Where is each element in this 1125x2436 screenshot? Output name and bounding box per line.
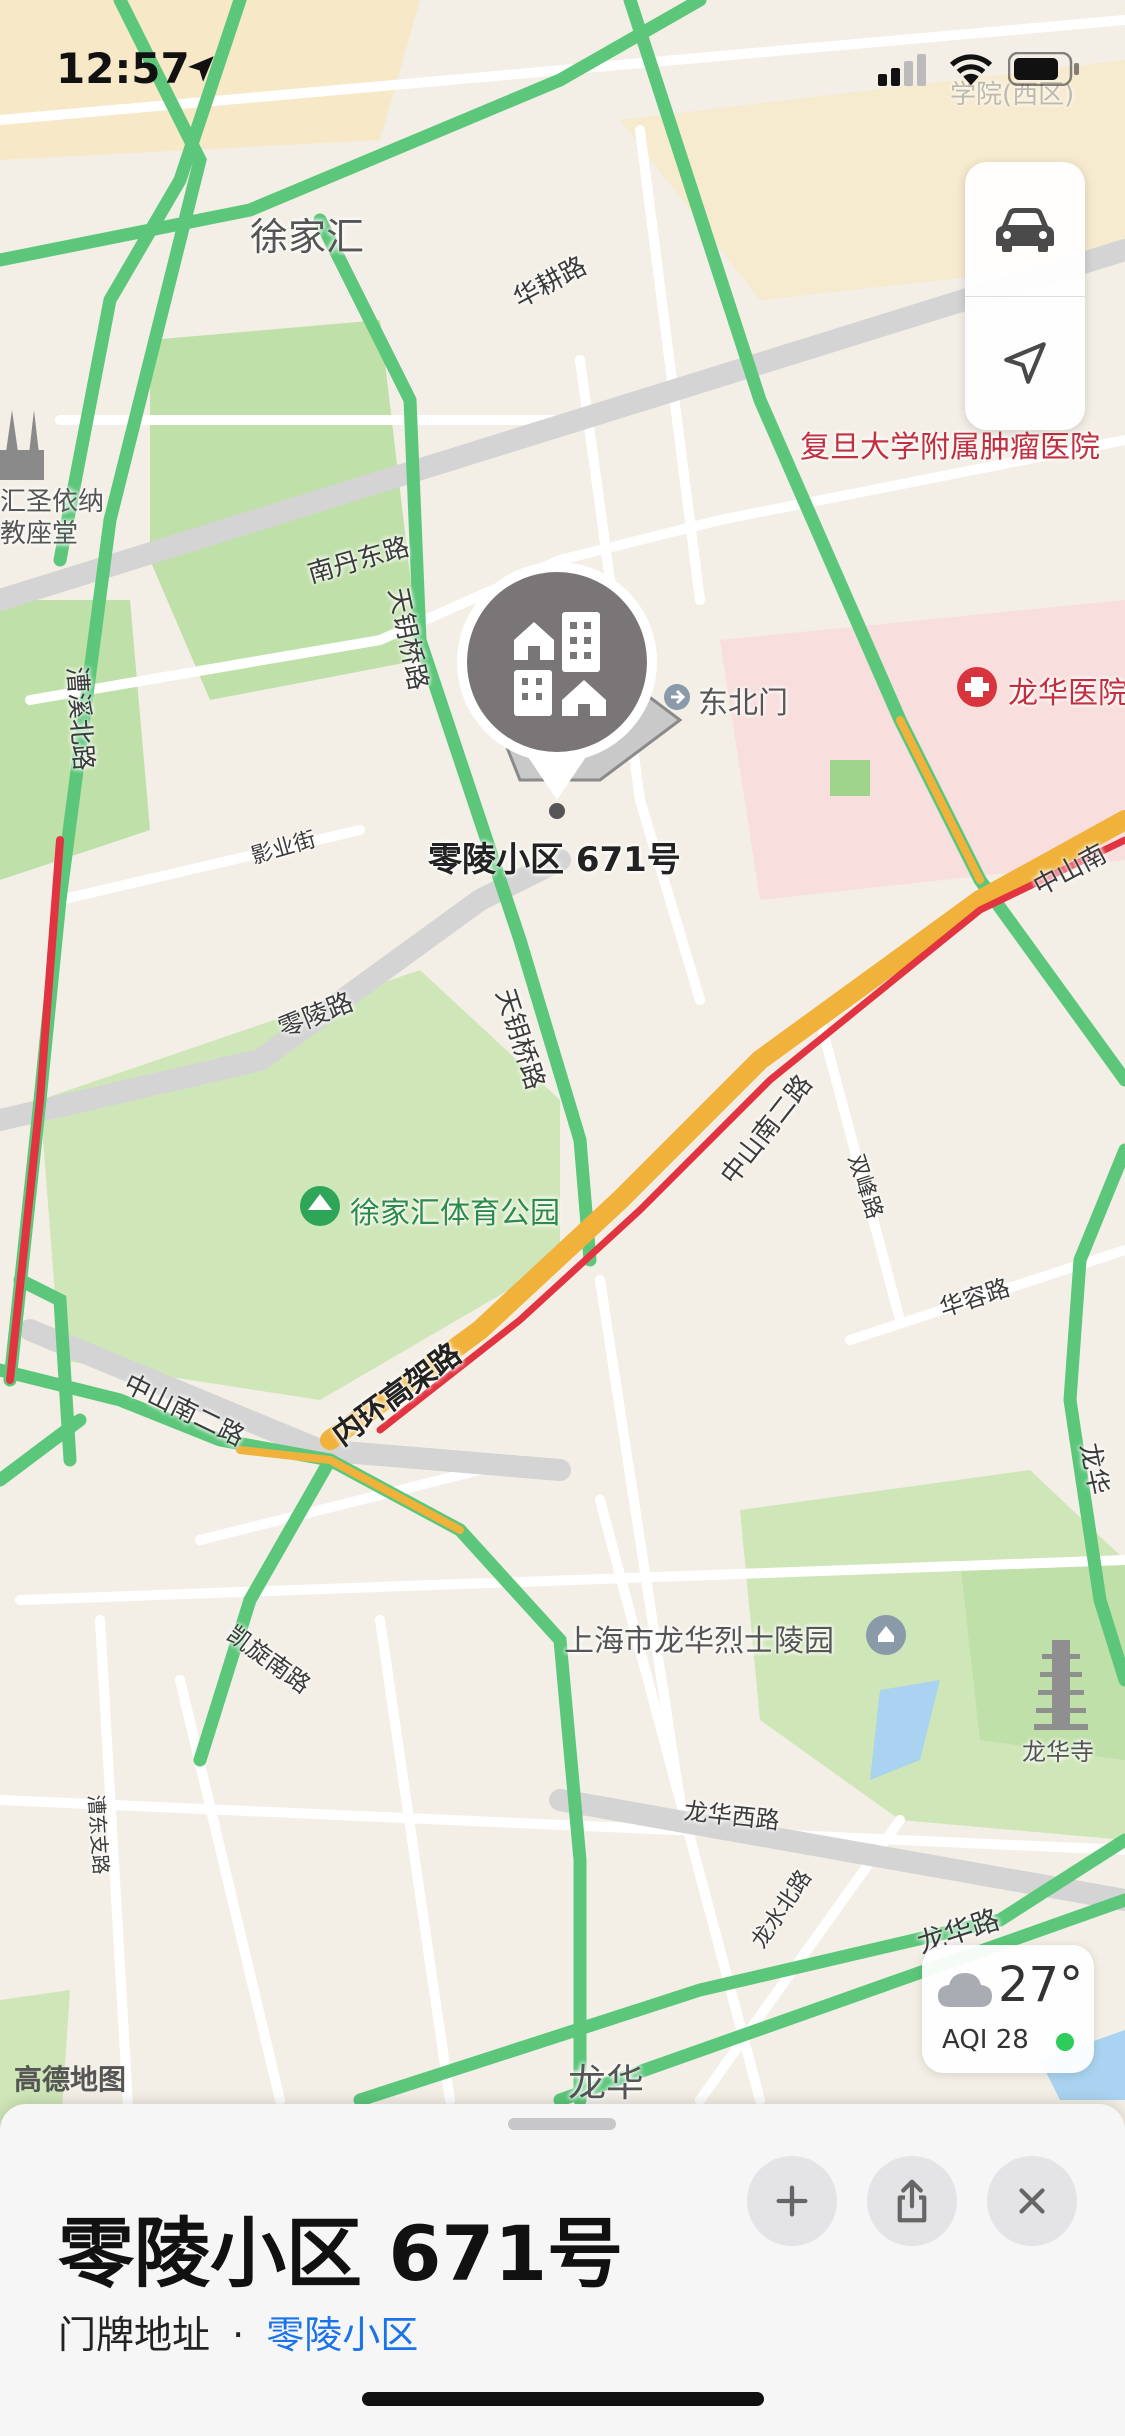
district-label-xujiahui: 徐家汇 [250, 215, 365, 259]
share-button[interactable] [867, 2156, 957, 2246]
close-icon [1019, 2188, 1045, 2214]
share-icon [897, 2179, 927, 2223]
poi-label-church[interactable]: 汇圣依纳 教座堂 [0, 486, 104, 550]
close-button[interactable] [987, 2156, 1077, 2246]
location-services-icon [188, 56, 214, 82]
weather-aqi: AQI 28 [942, 2025, 1029, 2055]
selected-address-label[interactable]: 零陵小区 671号 [428, 832, 681, 881]
sheet-grabber[interactable] [508, 2118, 616, 2130]
map-controls [965, 162, 1085, 430]
status-time: 12:57 [56, 44, 190, 93]
battery-icon [1008, 52, 1079, 86]
place-card-sheet[interactable]: 零陵小区 671号 门牌地址 · 零陵小区 [0, 2104, 1125, 2436]
weather-widget[interactable]: 27° AQI 28 [922, 1945, 1094, 2073]
cellular-signal-icon [878, 54, 926, 86]
map-legal-label: 高德地图 [14, 2063, 127, 2096]
poi-label-martyrs-cemetery[interactable]: 上海市龙华烈士陵园 [564, 1616, 834, 1660]
place-area-link[interactable]: 零陵小区 [266, 2313, 418, 2357]
poi-label-longhua-temple[interactable]: 龙华寺 [1022, 1732, 1094, 1767]
driving-mode-button[interactable] [965, 162, 1085, 296]
location-arrow-icon [1004, 342, 1046, 384]
poi-label-longhua-hospital[interactable]: 龙华医院 [1008, 668, 1125, 712]
place-subtitle: 门牌地址 · 零陵小区 [58, 2304, 418, 2359]
plus-icon [776, 2185, 808, 2217]
status-bar: 12:57 [0, 0, 1125, 140]
weather-temperature: 27° [998, 1957, 1084, 2013]
add-button[interactable] [747, 2156, 837, 2246]
poi-label-sports-park[interactable]: 徐家汇体育公园 [350, 1188, 560, 1232]
cloud-icon [938, 1973, 992, 2007]
place-title: 零陵小区 671号 [58, 2209, 624, 2298]
wifi-icon [949, 54, 993, 86]
road-label-caodong-branch: 漕东支路 [83, 1793, 114, 1876]
subtitle-separator: · [232, 2313, 245, 2357]
poi-label-northeast-gate[interactable]: 东北门 [698, 678, 788, 722]
place-category: 门牌地址 [58, 2313, 211, 2357]
current-location-button[interactable] [965, 296, 1085, 430]
aqi-status-dot [1056, 2033, 1074, 2051]
home-indicator[interactable] [362, 2392, 764, 2406]
car-icon [996, 208, 1054, 252]
road-label-caoxi-north: 漕溪北路 [60, 665, 99, 772]
district-label-longhua: 龙华 [568, 2061, 645, 2105]
